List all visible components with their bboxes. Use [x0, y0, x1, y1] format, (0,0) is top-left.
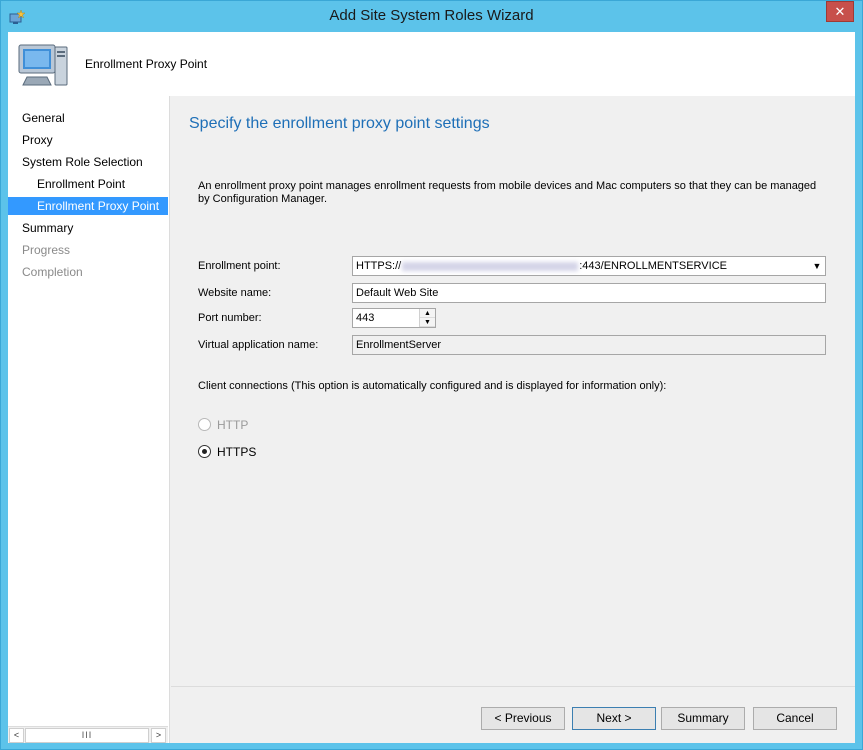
header-title: Enrollment Proxy Point — [85, 57, 208, 71]
enrollment-point-dropdown[interactable]: HTTPS:// :443/ENROLLMENTSERVICE ▼ — [352, 256, 826, 276]
nav-item-enrollment-point[interactable]: Enrollment Point — [8, 175, 168, 193]
cancel-button[interactable]: Cancel — [753, 707, 837, 730]
wizard-header: Enrollment Proxy Point — [8, 32, 855, 96]
wizard-nav: General Proxy System Role Selection Enro… — [8, 96, 170, 743]
wizard-client-area: Enrollment Proxy Point General Proxy Sys… — [8, 32, 855, 743]
window-title: Add Site System Roles Wizard — [329, 7, 534, 24]
radio-https[interactable] — [198, 445, 211, 458]
stepper-down-icon[interactable]: ▼ — [420, 318, 435, 327]
page-heading: Specify the enrollment proxy point setti… — [189, 115, 490, 132]
wizard-page-content: Specify the enrollment proxy point setti… — [171, 96, 855, 686]
nav-item-system-role-selection[interactable]: System Role Selection — [8, 153, 168, 171]
title-bar[interactable]: Add Site System Roles Wizard ✕ — [1, 1, 862, 32]
nav-item-completion: Completion — [22, 265, 83, 279]
nav-item-general[interactable]: General — [8, 109, 168, 127]
nav-item-enrollment-proxy-point[interactable]: Enrollment Proxy Point — [8, 197, 168, 215]
enrollment-point-value-prefix: HTTPS:// — [356, 260, 402, 272]
port-number-label: Port number: — [198, 312, 262, 324]
client-connections-label: Client connections (This option is autom… — [198, 380, 667, 392]
next-button[interactable]: Next > — [572, 707, 656, 730]
chevron-down-icon[interactable]: ▼ — [811, 257, 823, 275]
radio-http-label: HTTP — [217, 418, 249, 432]
summary-button[interactable]: Summary — [661, 707, 745, 730]
port-stepper-buttons[interactable]: ▲ ▼ — [419, 309, 435, 327]
website-name-label: Website name: — [198, 287, 272, 299]
enrollment-point-value-suffix: :443/ENROLLMENTSERVICE — [579, 260, 727, 272]
computer-icon — [18, 44, 68, 86]
radio-https-label: HTTPS — [217, 445, 257, 459]
scroll-right-icon[interactable]: > — [151, 728, 166, 743]
redacted-hostname — [402, 261, 579, 271]
page-description: An enrollment proxy point manages enroll… — [198, 180, 817, 205]
scroll-thumb[interactable]: III — [25, 728, 149, 743]
radio-http-row: HTTP — [198, 418, 248, 432]
radio-http — [198, 418, 211, 431]
enrollment-point-label: Enrollment point: — [198, 260, 281, 272]
virtual-app-name-label: Virtual application name: — [198, 339, 319, 351]
port-number-value: 443 — [356, 312, 375, 324]
previous-button[interactable]: < Previous — [481, 707, 565, 730]
scroll-left-icon[interactable]: < — [9, 728, 24, 743]
nav-item-proxy[interactable]: Proxy — [8, 131, 168, 149]
close-button[interactable]: ✕ — [826, 1, 854, 22]
nav-item-summary[interactable]: Summary — [8, 219, 168, 237]
stepper-up-icon[interactable]: ▲ — [420, 309, 435, 318]
virtual-app-name-field: EnrollmentServer — [352, 335, 826, 355]
port-number-stepper[interactable]: 443 ▲ ▼ — [352, 308, 436, 328]
nav-item-progress: Progress — [22, 243, 71, 257]
wizard-window: Add Site System Roles Wizard ✕ Enrollmen… — [0, 0, 863, 750]
website-name-field[interactable]: Default Web Site — [352, 283, 826, 303]
nav-horizontal-scrollbar[interactable]: < III > — [8, 726, 168, 743]
close-icon: ✕ — [834, 4, 846, 19]
wizard-footer: < Previous Next > Summary Cancel — [171, 686, 855, 743]
radio-https-row[interactable]: HTTPS — [198, 445, 256, 459]
